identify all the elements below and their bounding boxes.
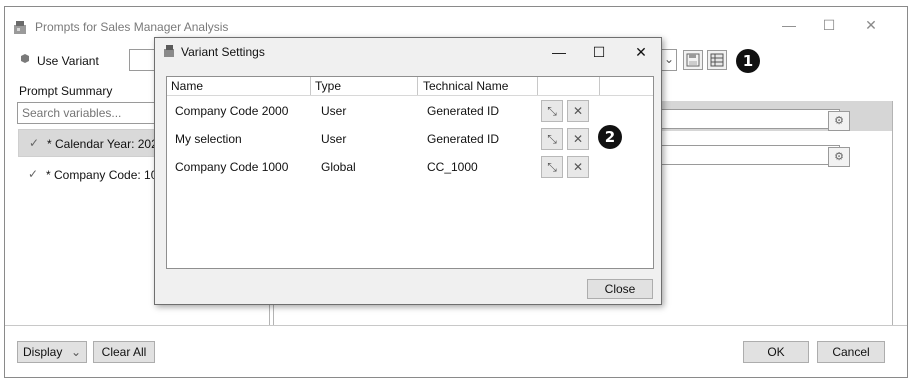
cancel-button[interactable]: Cancel xyxy=(817,341,885,363)
delete-row-button[interactable]: ✕ xyxy=(567,100,589,122)
dialog-icon xyxy=(163,44,177,58)
ok-button[interactable]: OK xyxy=(743,341,809,363)
summary-item-label: * Calendar Year: 2020 xyxy=(47,137,165,151)
edit-row-button[interactable]: ⤡ xyxy=(541,100,563,122)
minimize-button[interactable]: — xyxy=(777,15,801,35)
summary-item[interactable]: ✓ * Company Code: 1000 xyxy=(18,161,171,187)
summary-item-selected[interactable]: ✓ * Calendar Year: 2020 xyxy=(18,129,168,157)
row-technical-name: CC_1000 xyxy=(427,160,478,174)
bottom-divider xyxy=(5,325,907,326)
list-header: Name Type Technical Name xyxy=(167,77,653,96)
row-technical-name: Generated ID xyxy=(427,132,500,146)
delete-row-button[interactable]: ✕ xyxy=(567,156,589,178)
summary-item-label: * Company Code: 1000 xyxy=(46,168,171,182)
company-code-input[interactable] xyxy=(658,145,840,165)
chevron-down-icon: ⌄ xyxy=(70,345,81,359)
column-separator[interactable] xyxy=(599,77,600,95)
row-type: Global xyxy=(321,160,356,174)
edit-row-button[interactable]: ⤡ xyxy=(541,128,563,150)
dialog-maximize-button[interactable]: ☐ xyxy=(587,42,611,62)
variant-dropdown-arrow[interactable]: ⌄ xyxy=(661,49,677,71)
close-window-button[interactable]: ✕ xyxy=(859,15,883,35)
row-name: Company Code 1000 xyxy=(175,160,289,174)
app-icon xyxy=(13,19,29,35)
variant-icon xyxy=(19,53,31,65)
callout-1: 1 xyxy=(736,49,760,73)
check-icon: ✓ xyxy=(28,167,39,181)
table-row[interactable]: Company Code 1000 Global CC_1000 ⤡ ✕ xyxy=(167,153,653,181)
save-variant-icon[interactable] xyxy=(683,50,703,70)
check-icon: ✓ xyxy=(29,136,40,150)
search-variables-input[interactable] xyxy=(17,102,157,124)
edit-row-button[interactable]: ⤡ xyxy=(541,156,563,178)
row-type: User xyxy=(321,104,347,118)
dialog-close-icon[interactable]: ✕ xyxy=(629,42,653,62)
delete-row-button[interactable]: ✕ xyxy=(567,128,589,150)
column-header-type[interactable]: Type xyxy=(315,79,341,93)
table-row[interactable]: Company Code 2000 User Generated ID ⤡ ✕ xyxy=(167,97,653,125)
dialog-title: Variant Settings xyxy=(181,45,265,59)
variant-list: Name Type Technical Name Company Code 20… xyxy=(166,76,654,269)
column-header-technical-name[interactable]: Technical Name xyxy=(423,79,508,93)
window-title: Prompts for Sales Manager Analysis xyxy=(35,20,229,34)
row-type: User xyxy=(321,132,347,146)
calendar-year-input[interactable] xyxy=(658,109,840,129)
display-dropdown[interactable]: Display ⌄ xyxy=(17,341,87,363)
dialog-close-button[interactable]: Close xyxy=(587,279,653,299)
column-separator[interactable] xyxy=(310,77,311,95)
row-name: Company Code 2000 xyxy=(175,104,289,118)
maximize-button[interactable]: ☐ xyxy=(817,15,841,35)
column-separator[interactable] xyxy=(537,77,538,95)
dialog-minimize-button[interactable]: — xyxy=(547,42,571,62)
use-variant-label: Use Variant xyxy=(37,54,99,68)
row-name: My selection xyxy=(175,132,242,146)
column-header-name[interactable]: Name xyxy=(171,79,203,93)
variant-settings-dialog: Variant Settings — ☐ ✕ Name Type Technic… xyxy=(154,37,662,305)
variable-picker-icon[interactable]: ⚙ xyxy=(828,111,850,131)
prompt-summary-label: Prompt Summary xyxy=(19,84,113,98)
callout-2: 2 xyxy=(598,125,622,149)
display-label: Display xyxy=(23,345,63,359)
variant-settings-table-icon[interactable] xyxy=(707,50,727,70)
table-row[interactable]: My selection User Generated ID ⤡ ✕ xyxy=(167,125,653,153)
variable-picker-icon[interactable]: ⚙ xyxy=(828,147,850,167)
row-technical-name: Generated ID xyxy=(427,104,500,118)
clear-all-button[interactable]: Clear All xyxy=(93,341,155,363)
column-separator[interactable] xyxy=(417,77,418,95)
